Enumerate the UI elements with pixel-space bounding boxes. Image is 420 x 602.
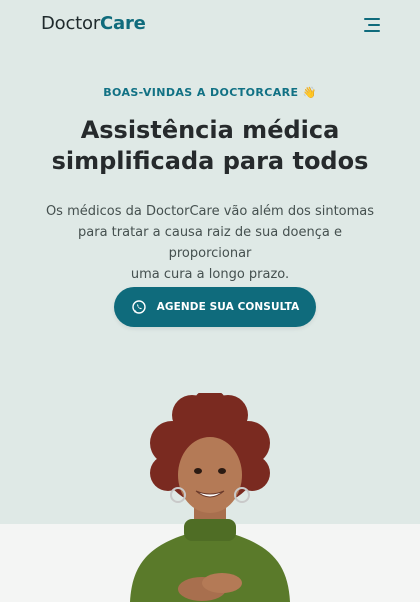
- logo[interactable]: DoctorCare: [41, 13, 146, 34]
- desc-line-3: uma cura a longo prazo.: [130, 267, 290, 282]
- site-header: DoctorCare: [0, 0, 420, 50]
- schedule-appointment-button[interactable]: AGENDE SUA CONSULTA: [114, 287, 316, 327]
- welcome-eyebrow: BOAS-VINDAS A DOCTORCARE 👋: [103, 86, 317, 99]
- cta-label: AGENDE SUA CONSULTA: [156, 301, 300, 313]
- title-line-1: Assistência médica: [80, 116, 340, 144]
- whatsapp-icon: [131, 300, 146, 314]
- logo-doctor: Doctor: [41, 13, 101, 34]
- menu-button[interactable]: [362, 16, 382, 34]
- page-title: Assistência médica simplificada para tod…: [20, 115, 400, 177]
- title-line-2: simplificada para todos: [51, 147, 369, 175]
- logo-care: Care: [100, 13, 146, 34]
- hero-description: Os médicos da DoctorCare vão além dos si…: [36, 201, 384, 285]
- desc-line-1: Os médicos da DoctorCare vão além dos si…: [45, 204, 375, 219]
- desc-line-2: para tratar a causa raiz de sua doença e…: [78, 225, 342, 261]
- doctor-portrait-image: [130, 393, 290, 602]
- hamburger-menu-icon: [364, 18, 380, 32]
